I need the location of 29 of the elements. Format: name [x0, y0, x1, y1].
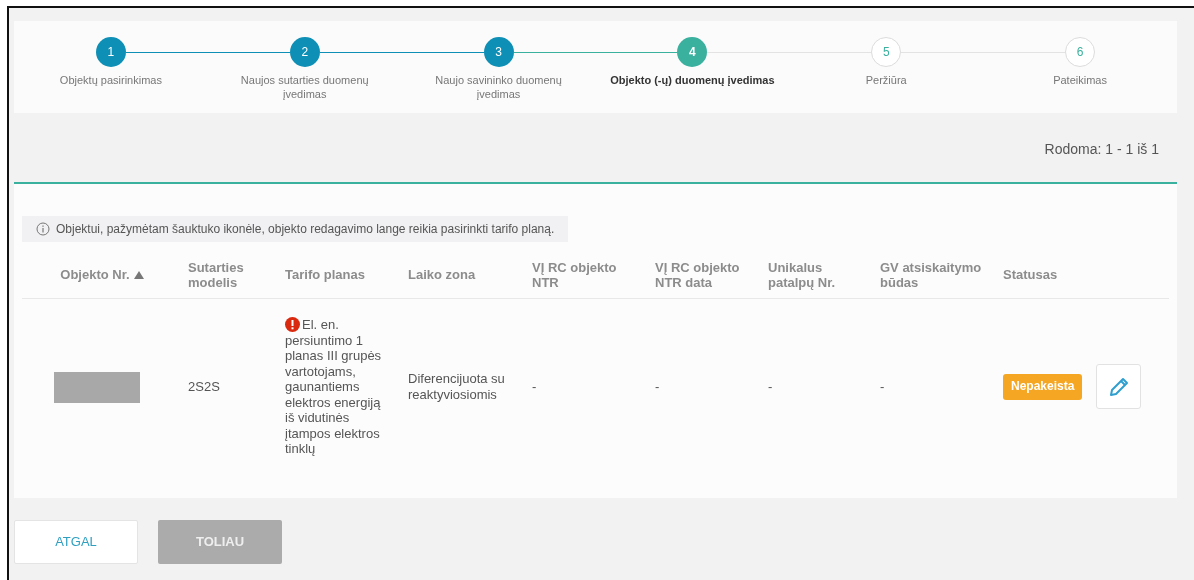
- step-label: Objektų pasirinkimas: [58, 73, 163, 87]
- column-header: Laiko zona: [408, 267, 476, 282]
- info-icon: [36, 222, 50, 236]
- pencil-icon: [1108, 376, 1129, 397]
- column-header: Sutarties modelis: [188, 259, 245, 290]
- column-header: VĮ RC objekto NTR: [532, 259, 618, 290]
- table-cell: -: [880, 379, 885, 394]
- column-header[interactable]: Objekto Nr.: [60, 267, 130, 282]
- info-text: Objektui, pažymėtam šauktuko ikonėle, objekto redagavimo lange reikia pasirinkti tarifo planą.: [56, 221, 555, 238]
- pagination-text: Rodoma: 1 - 1 iš 1: [1044, 140, 1159, 159]
- column-header: GV atsiskaitymo būdas: [880, 259, 983, 290]
- table-cell-text: El. en. persiuntimo 1 planas III grupės vartotojams, gaunantiems elektros energiją iš vidutinės įtampos elektros tinklų: [285, 317, 383, 457]
- table-cell: -: [532, 379, 537, 394]
- step-label: Naujo savininko duomenų įvedimas: [434, 73, 563, 101]
- column-header: Tarifo planas: [285, 267, 365, 282]
- step-label: Peržiūra: [864, 73, 908, 87]
- edit-button[interactable]: [1096, 364, 1142, 410]
- column-header: Statusas: [1003, 267, 1058, 282]
- table-cell: Diferencijuota su reaktyviosiomis: [408, 371, 505, 402]
- column-header: VĮ RC objekto NTR data: [655, 259, 741, 290]
- table-cell: 2S2S: [188, 379, 220, 394]
- step-label: Naujos sutarties duomenų įvedimas: [239, 73, 370, 101]
- column-header: Unikalus patalpų Nr.: [768, 259, 837, 290]
- step-label: Objekto (-ų) duomenų įvedimas: [609, 73, 776, 87]
- back-button[interactable]: ATGAL: [14, 520, 138, 564]
- step-label: Pateikimas: [1052, 73, 1108, 87]
- table-cell: -: [655, 379, 660, 394]
- table-cell: -: [768, 379, 773, 394]
- status-badge: Nepakeista: [1003, 374, 1083, 400]
